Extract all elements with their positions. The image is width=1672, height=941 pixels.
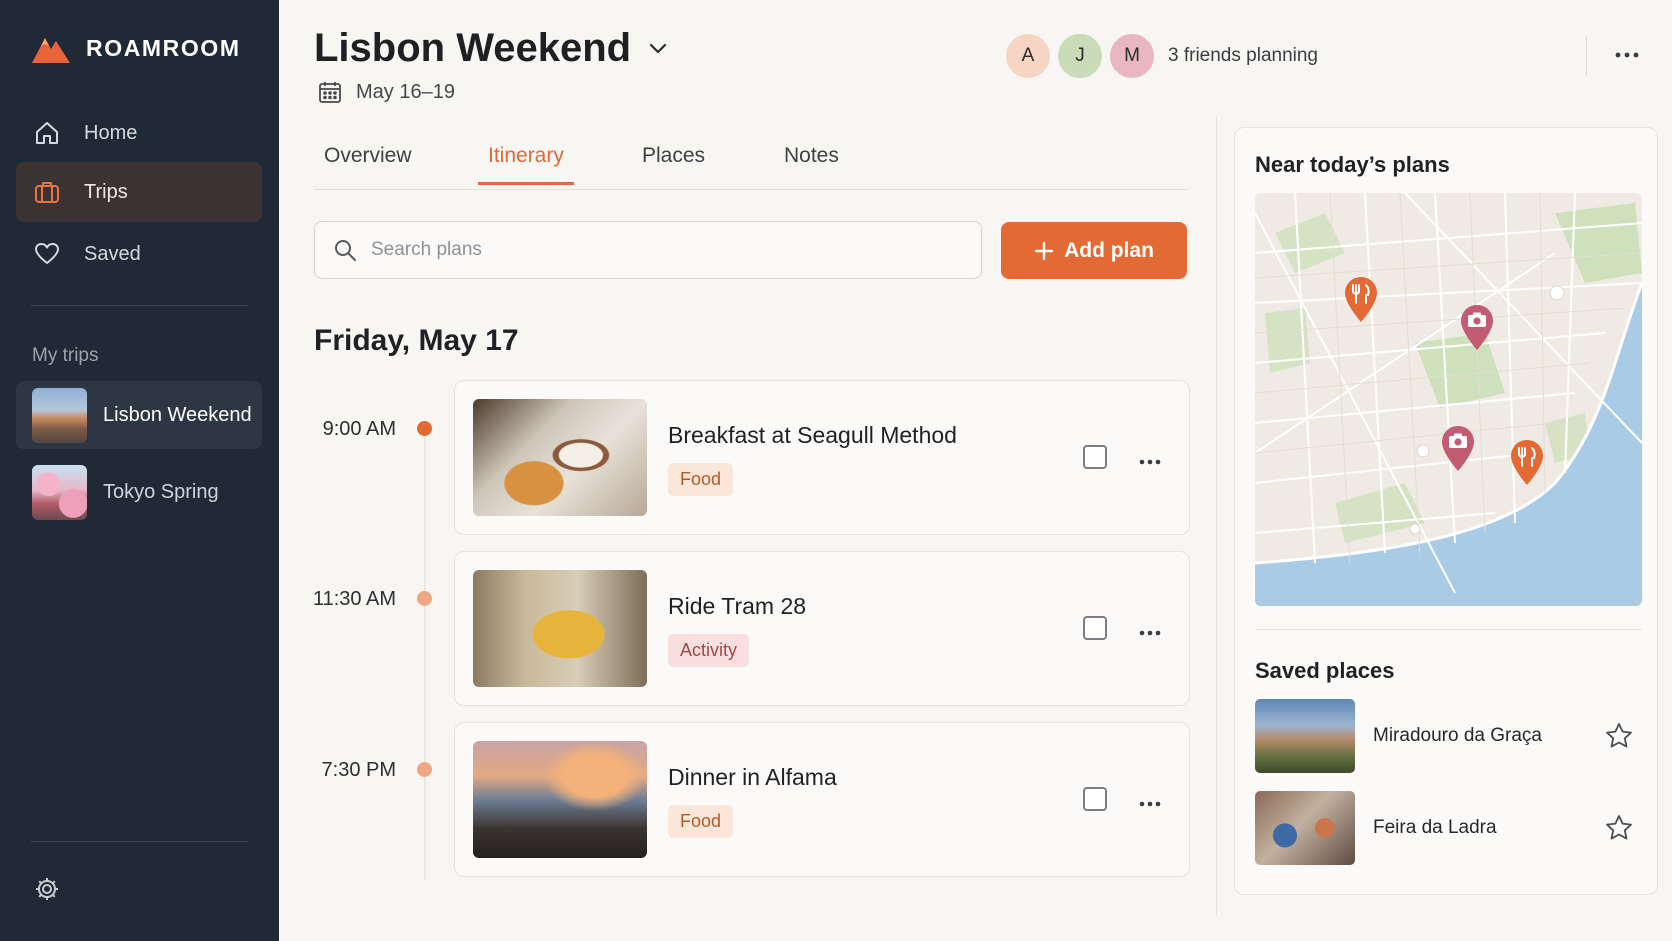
plan-more-button[interactable] — [1138, 453, 1162, 471]
saved-place-image — [1255, 791, 1355, 865]
saved-place-item[interactable]: Miradouro da Graça — [1255, 699, 1642, 773]
my-trips-label: My trips — [32, 345, 99, 366]
nav-label-saved: Saved — [84, 242, 141, 265]
add-plan-button[interactable]: Add plan — [1001, 222, 1187, 279]
search-icon — [335, 240, 356, 261]
sidebar-divider — [30, 841, 248, 842]
avatar[interactable]: A — [1006, 34, 1050, 78]
timeline-line — [424, 428, 426, 880]
plan-name: Breakfast at Seagull Method — [668, 422, 957, 448]
avatar[interactable]: J — [1058, 34, 1102, 78]
search-box[interactable] — [314, 221, 982, 279]
plan-image — [473, 399, 647, 516]
camera-pin-icon[interactable] — [1458, 303, 1496, 351]
header-divider — [1586, 36, 1587, 76]
gear-icon — [36, 878, 58, 900]
plan-checkbox[interactable] — [1083, 616, 1107, 640]
saved-place-name: Feira da Ladra — [1373, 817, 1497, 838]
timeline-dot — [417, 421, 432, 436]
panel-divider — [1216, 116, 1217, 916]
add-plan-label: Add plan — [1064, 238, 1154, 262]
more-horizontal-icon — [1139, 801, 1161, 807]
trip-dates: May 16–19 — [318, 80, 455, 104]
plan-checkbox[interactable] — [1083, 787, 1107, 811]
more-horizontal-icon — [1139, 459, 1161, 465]
map-view[interactable] — [1255, 193, 1642, 606]
nav-item-saved[interactable]: Saved — [16, 224, 262, 284]
plan-time: 11:30 AM — [312, 588, 396, 610]
trip-tabs: Overview Itinerary Places Notes — [314, 140, 1188, 190]
collaborator-avatars: A J M — [1006, 34, 1154, 78]
saved-places-title: Saved places — [1255, 658, 1395, 683]
plan-time: 7:30 PM — [321, 759, 396, 781]
star-icon[interactable] — [1604, 813, 1634, 843]
sidebar: ROAMROOM Home Trips Saved My trips Lisbo… — [0, 0, 279, 941]
right-panel: Near today’s plans Saved places Miradour… — [1234, 127, 1658, 895]
saved-place-name: Miradouro da Graça — [1373, 725, 1542, 746]
calendar-icon — [319, 82, 341, 103]
nav-label-home: Home — [84, 121, 138, 144]
chevron-down-icon[interactable] — [649, 43, 667, 55]
plus-icon — [1034, 241, 1054, 260]
trip-title[interactable]: Lisbon Weekend — [314, 26, 667, 71]
plan-tag: Activity — [668, 634, 750, 667]
plan-image — [473, 570, 647, 687]
plan-card[interactable]: Ride Tram 28 Activity — [454, 551, 1190, 706]
heart-icon — [35, 243, 59, 264]
plan-time: 9:00 AM — [322, 418, 396, 440]
dates-text: May 16–19 — [356, 80, 455, 103]
plan-name: Ride Tram 28 — [668, 593, 807, 619]
trip-label: Tokyo Spring — [103, 480, 219, 503]
nav-label-trips: Trips — [84, 180, 128, 203]
trip-title-text: Lisbon Weekend — [314, 26, 632, 70]
mountain-logo-icon — [32, 38, 70, 63]
suitcase-icon — [35, 182, 59, 203]
trip-thumbnail — [32, 464, 87, 520]
search-input[interactable] — [371, 239, 931, 261]
plan-more-button[interactable] — [1138, 624, 1162, 642]
trip-item-lisbon-weekend[interactable]: Lisbon Weekend — [16, 381, 262, 449]
plan-card[interactable]: Dinner in Alfama Food — [454, 722, 1190, 877]
saved-place-item[interactable]: Feira da Ladra — [1255, 791, 1642, 865]
plan-tag: Food — [668, 463, 734, 496]
plan-image — [473, 741, 647, 858]
more-horizontal-icon — [1615, 52, 1639, 58]
food-pin-icon[interactable] — [1342, 275, 1380, 323]
map-title: Near today’s plans — [1255, 152, 1450, 177]
camera-pin-icon[interactable] — [1439, 424, 1477, 472]
nav-item-home[interactable]: Home — [16, 103, 262, 163]
panel-section-divider — [1255, 629, 1642, 630]
home-icon — [36, 122, 58, 144]
trip-item-tokyo-spring[interactable]: Tokyo Spring — [16, 458, 262, 526]
saved-place-image — [1255, 699, 1355, 773]
more-options-button[interactable] — [1614, 46, 1640, 64]
tab-places[interactable]: Places — [632, 144, 715, 182]
food-pin-icon[interactable] — [1508, 438, 1546, 486]
friends-planning-text: 3 friends planning — [1168, 45, 1318, 66]
timeline-dot — [417, 591, 432, 606]
plan-card[interactable]: Breakfast at Seagull Method Food — [454, 380, 1190, 535]
plan-tag: Food — [668, 805, 734, 838]
trip-thumbnail — [32, 387, 87, 443]
sidebar-divider — [30, 305, 248, 306]
avatar[interactable]: M — [1110, 34, 1154, 78]
day-heading: Friday, May 17 — [314, 324, 519, 357]
tab-notes[interactable]: Notes — [774, 144, 849, 182]
tab-itinerary[interactable]: Itinerary — [478, 144, 574, 185]
brand[interactable]: ROAMROOM — [30, 32, 241, 64]
tab-overview[interactable]: Overview — [314, 144, 422, 182]
brand-name: ROAMROOM — [86, 34, 241, 61]
plan-checkbox[interactable] — [1083, 445, 1107, 469]
star-icon[interactable] — [1604, 721, 1634, 751]
map-graphic — [1255, 193, 1642, 606]
plan-more-button[interactable] — [1138, 795, 1162, 813]
more-horizontal-icon — [1139, 630, 1161, 636]
plan-name: Dinner in Alfama — [668, 764, 837, 790]
timeline-dot — [417, 762, 432, 777]
nav-item-trips[interactable]: Trips — [16, 162, 262, 222]
trip-label: Lisbon Weekend — [103, 403, 252, 426]
settings-button[interactable] — [34, 876, 60, 907]
